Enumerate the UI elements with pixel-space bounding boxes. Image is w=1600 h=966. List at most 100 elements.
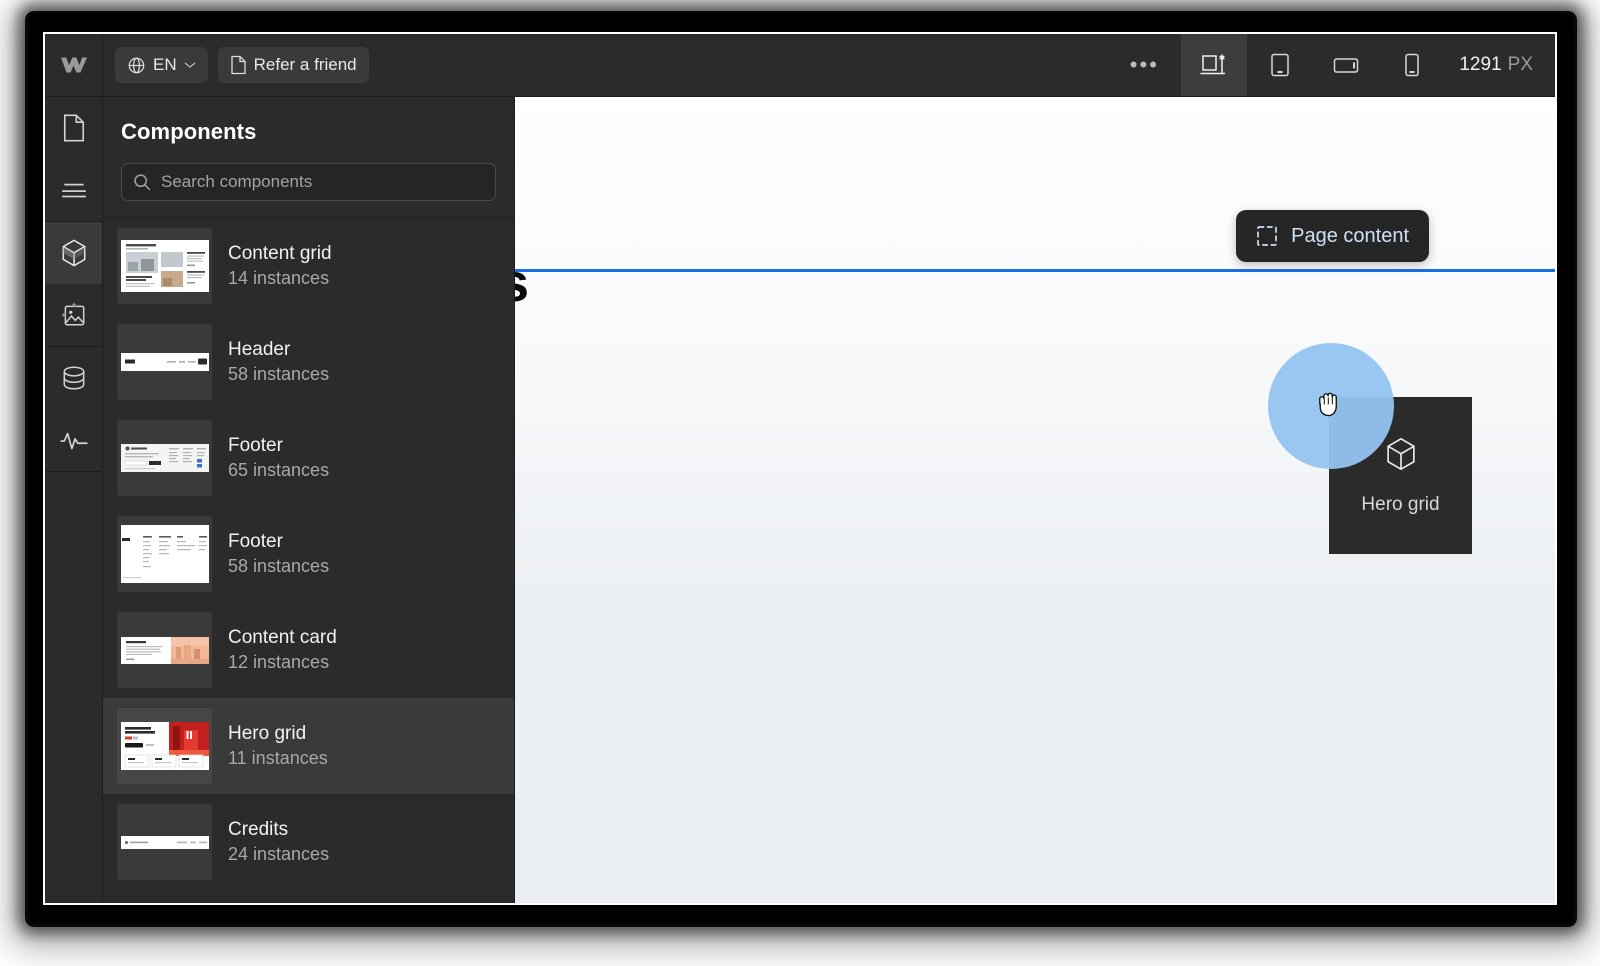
sidebar-item-cms[interactable] [45,347,102,409]
webflow-logo-icon [60,57,87,73]
desktop-asterisk-icon [1200,54,1226,75]
content-grid-thumb [120,240,209,292]
list-item[interactable]: Header 58 instances [103,314,514,410]
component-name: Credits [228,819,289,840]
list-item[interactable]: Credits 24 instances [103,794,514,890]
page-icon [63,114,84,142]
sidebar-item-pages[interactable] [45,97,102,159]
more-options-button[interactable]: ••• [1107,34,1181,96]
component-meta: Content card 12 instances [228,627,337,673]
search-input[interactable] [161,172,484,192]
component-meta: Footer 58 instances [228,531,329,577]
window-body: Components Search components Content gri… [45,97,1555,903]
component-instance-count: 65 instances [228,460,330,480]
mobile-landscape-breakpoint-button[interactable] [1313,34,1379,96]
tablet-portrait-icon [1271,53,1290,77]
cube-icon [62,239,85,267]
component-meta: Credits 24 instances [228,819,329,865]
component-thumbnail [117,420,212,496]
drag-ghost-label: Hero grid [1361,493,1440,515]
list-item[interactable]: Footer 58 instances [103,506,514,602]
mobile-portrait-icon [1405,53,1420,77]
mobile-landscape-icon [1334,58,1359,73]
document-icon [230,55,246,75]
list-item[interactable]: Footer 65 instances [103,410,514,506]
component-thumbnail [117,612,212,688]
cube-icon [1386,437,1415,470]
refer-a-friend-button[interactable]: Refer a friend [217,47,369,83]
component-name: Footer [228,531,283,552]
sidebar-item-navigator[interactable] [45,159,102,221]
component-thumbnail [117,804,212,880]
component-name: Hero grid [228,723,307,744]
language-label: EN [153,55,177,74]
content-card-thumb [120,636,209,664]
credits-thumb [120,835,209,849]
screenshot-root: EN Refer a friend ••• 1291 PX Components… [0,0,1600,966]
hero-grid-thumb [120,722,209,770]
page-title: Components [121,119,257,144]
mobile-portrait-breakpoint-button[interactable] [1379,34,1445,96]
grabbing-hand-cursor [1319,392,1337,417]
database-icon [63,366,84,390]
component-instance-count: 14 instances [228,268,330,288]
list-item[interactable]: Hero grid 11 instances [103,698,514,794]
footer-dark-thumb [120,444,209,472]
activity-pulse-icon [59,432,88,450]
search-icon [134,174,151,191]
page-content-label: Page content [1291,224,1409,247]
viewport-width-unit: PX [1507,54,1533,75]
component-meta: Content grid 14 instances [228,243,332,289]
page-content-badge[interactable]: Page content [1236,210,1429,262]
components-list: Content grid 14 instances Header 58 inst… [103,217,514,903]
rail-group-1 [45,97,102,222]
component-name: Header [228,339,291,360]
navigator-lines-icon [61,183,86,198]
list-item[interactable]: Content grid 14 instances [103,218,514,314]
viewport-width-value: 1291 [1459,54,1502,75]
component-thumbnail [117,516,212,592]
component-instance-count: 24 instances [228,844,330,864]
component-instance-count: 12 instances [228,652,330,672]
refer-a-friend-label: Refer a friend [253,55,357,74]
tablet-breakpoint-button[interactable] [1247,34,1313,96]
search-components-box[interactable] [121,163,496,201]
component-meta: Hero grid 11 instances [228,723,328,769]
component-thumbnail [117,708,212,784]
sidebar-item-components[interactable] [45,222,102,284]
footer-light-thumb [120,525,209,583]
designer-window: EN Refer a friend ••• 1291 PX Components… [43,32,1557,905]
dashed-square-icon [1257,226,1277,246]
rail-group-3 [45,347,102,472]
sidebar-item-assets[interactable] [45,284,102,346]
component-name: Footer [228,435,283,456]
language-button[interactable]: EN [115,47,208,83]
component-meta: Footer 65 instances [228,435,329,481]
component-meta: Header 58 instances [228,339,329,385]
header-thumb [120,353,209,371]
left-icon-rail [45,97,103,903]
component-thumbnail [117,324,212,400]
component-instance-count: 58 instances [228,364,330,384]
topbar-left-group: EN Refer a friend [103,34,1107,96]
canvas-heading-partial: s [515,252,529,314]
panel-header: Components [103,97,514,217]
component-name: Content grid [228,243,332,264]
sidebar-item-audit[interactable] [45,409,102,471]
component-name: Content card [228,627,337,648]
components-panel: Components Search components Content gri… [103,97,515,903]
component-instance-count: 11 instances [228,748,328,768]
component-instance-count: 58 instances [228,556,330,576]
more-horizontal-icon: ••• [1129,52,1159,77]
desktop-breakpoint-button[interactable] [1181,34,1248,96]
rail-group-2 [45,222,102,347]
chevron-down-icon [184,62,196,68]
image-icon [61,302,84,326]
component-thumbnail [117,228,212,304]
drop-position-line [515,269,1555,272]
list-item[interactable]: Content card 12 instances [103,602,514,698]
webflow-logo-button[interactable] [45,34,103,96]
design-canvas[interactable]: s Page content Hero grid [515,97,1555,903]
globe-icon [128,57,145,73]
topbar-right-group: ••• 1291 PX [1107,34,1555,96]
